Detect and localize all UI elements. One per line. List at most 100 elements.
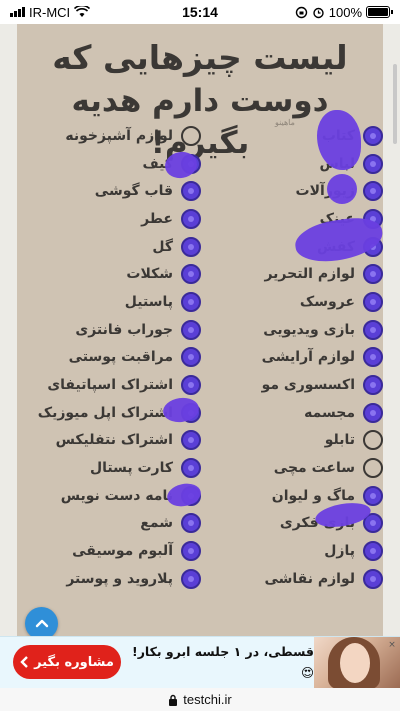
checked-circle-icon <box>181 430 201 451</box>
gift-list-left-column: لوازم آشپزخونه کیف قاب گوشی عطر گل شکلات پاستی… <box>25 122 201 593</box>
empty-circle-icon <box>363 430 383 451</box>
gift-item-label: گل <box>152 238 173 255</box>
gift-list-item: عروسک <box>207 288 383 316</box>
gift-item-label: آلبوم موسیقی <box>72 543 173 560</box>
gift-list-item: آلبوم موسیقی <box>25 537 201 565</box>
checked-circle-icon <box>181 319 201 340</box>
checked-circle-icon <box>181 264 201 285</box>
checked-circle-icon <box>181 236 201 257</box>
gift-item-label: تابلو <box>324 432 355 449</box>
gift-item-label: مراقبت پوستی <box>68 349 173 366</box>
checked-circle-icon <box>363 153 383 174</box>
checked-circle-icon <box>181 568 201 589</box>
gift-list-item: اکسسوری مو <box>207 371 383 399</box>
gift-list-item: تابلو <box>207 427 383 455</box>
checked-circle-icon <box>181 181 201 202</box>
gift-list-item: پلاروید و پوستر <box>25 565 201 593</box>
gift-item-label: اشتراک اسپاتیفای <box>47 377 173 394</box>
status-right: 100% <box>295 4 393 20</box>
page-margin-left <box>0 24 17 636</box>
checked-circle-icon <box>181 347 201 368</box>
gift-item-label: مجسمه <box>304 404 355 421</box>
wifi-icon <box>74 6 91 17</box>
checked-circle-icon <box>363 568 383 589</box>
checked-circle-icon <box>363 541 383 562</box>
gift-list-item: شکلات <box>25 260 201 288</box>
checked-circle-icon <box>363 375 383 396</box>
ad-close-icon[interactable]: × <box>386 639 398 651</box>
battery-icon <box>366 6 393 18</box>
gift-list-item: لوازم آشپزخونه <box>25 122 201 150</box>
gift-list-item: پاستیل <box>25 288 201 316</box>
page-content[interactable]: لیست چیزهایی که دوست دارم هدیه بگیرم! ما… <box>0 24 400 640</box>
chevron-up-icon <box>35 619 48 627</box>
gift-item-label: اکسسوری مو <box>261 377 355 394</box>
clock: 15:14 <box>182 4 218 20</box>
gift-item-label: لوازم التحریر <box>264 266 355 283</box>
gift-list-item: شمع <box>25 510 201 538</box>
empty-circle-icon <box>181 125 201 146</box>
checked-circle-icon <box>181 208 201 229</box>
checked-circle-icon <box>181 375 201 396</box>
checked-circle-icon <box>181 513 201 534</box>
gift-list-item: جوراب فانتزی <box>25 316 201 344</box>
checked-circle-icon <box>363 319 383 340</box>
gift-item-label: بازی ویدیویی <box>263 321 355 338</box>
page-margin-right <box>383 24 400 636</box>
gift-list-item: قاب گوشی <box>25 177 201 205</box>
gift-item-label: اشتراک نتفلیکس <box>55 432 173 449</box>
checked-circle-icon <box>363 264 383 285</box>
gift-list-item: لوازم آرایشی <box>207 344 383 372</box>
gift-item-label: پازل <box>324 543 355 560</box>
signal-icon <box>10 7 25 17</box>
address-bar[interactable]: testchi.ir <box>0 688 400 711</box>
gift-item-label: پاستیل <box>124 293 173 310</box>
gift-item-label: عطر <box>141 210 173 227</box>
ad-consult-button-label: مشاوره بگیر <box>34 654 114 670</box>
gift-item-label: لوازم آشپزخونه <box>65 127 173 144</box>
gift-list-item: بازی ویدیویی <box>207 316 383 344</box>
checked-circle-icon <box>363 402 383 423</box>
wishlist-poster-image: لیست چیزهایی که دوست دارم هدیه بگیرم! ما… <box>17 24 383 636</box>
url-domain: testchi.ir <box>183 692 232 707</box>
ad-banner[interactable]: مشاوره بگیر قسطی، در ۱ جلسه ابرو بکار!😍 … <box>0 636 400 701</box>
scrollbar[interactable] <box>393 64 397 144</box>
gift-list-item: مجسمه <box>207 399 383 427</box>
gift-list-item: گل <box>25 233 201 261</box>
checked-circle-icon <box>363 291 383 312</box>
ad-photo[interactable]: × <box>314 637 400 689</box>
gift-item-label: شمع <box>140 515 173 532</box>
gift-item-label: اشتراک اپل میوزیک <box>37 404 173 421</box>
alarm-icon <box>313 7 324 18</box>
gift-item-label: پلاروید و پوستر <box>66 570 173 587</box>
checked-circle-icon <box>181 541 201 562</box>
chevron-left-icon <box>20 656 28 668</box>
status-left: IR-MCI <box>10 4 91 20</box>
ad-consult-button[interactable]: مشاوره بگیر <box>13 645 121 679</box>
rotation-lock-icon <box>295 6 307 18</box>
gift-list-item: اشتراک نتفلیکس <box>25 427 201 455</box>
purple-scribble <box>327 174 357 204</box>
gift-item-label: نامه دست نویس <box>60 487 173 504</box>
gift-list-item: ساعت مچی <box>207 454 383 482</box>
poster-title-line1: لیست چیزهایی که <box>52 38 348 77</box>
gift-item-label: لوازم آرایشی <box>261 349 355 366</box>
gift-list-item: کارت پستال <box>25 454 201 482</box>
gift-list-item: پازل <box>207 537 383 565</box>
empty-circle-icon <box>363 458 383 479</box>
gift-item-label: شکلات <box>126 266 173 283</box>
checked-circle-icon <box>181 458 201 479</box>
gift-item-label: قاب گوشی <box>94 183 173 200</box>
ad-photo-face <box>340 643 370 683</box>
battery-percent: 100% <box>328 4 362 20</box>
gift-list-item: لوازم التحریر <box>207 260 383 288</box>
carrier-name: IR-MCI <box>29 4 71 20</box>
checked-circle-icon <box>363 181 383 202</box>
gift-item-label: جوراب فانتزی <box>75 321 173 338</box>
checked-circle-icon <box>363 347 383 368</box>
checked-circle-icon <box>181 291 201 312</box>
checked-circle-icon <box>363 125 383 146</box>
status-bar: IR-MCI 15:14 100% <box>0 0 400 24</box>
gift-list-item: لوازم نقاشی <box>207 565 383 593</box>
gift-item-label: لوازم نقاشی <box>264 570 355 587</box>
